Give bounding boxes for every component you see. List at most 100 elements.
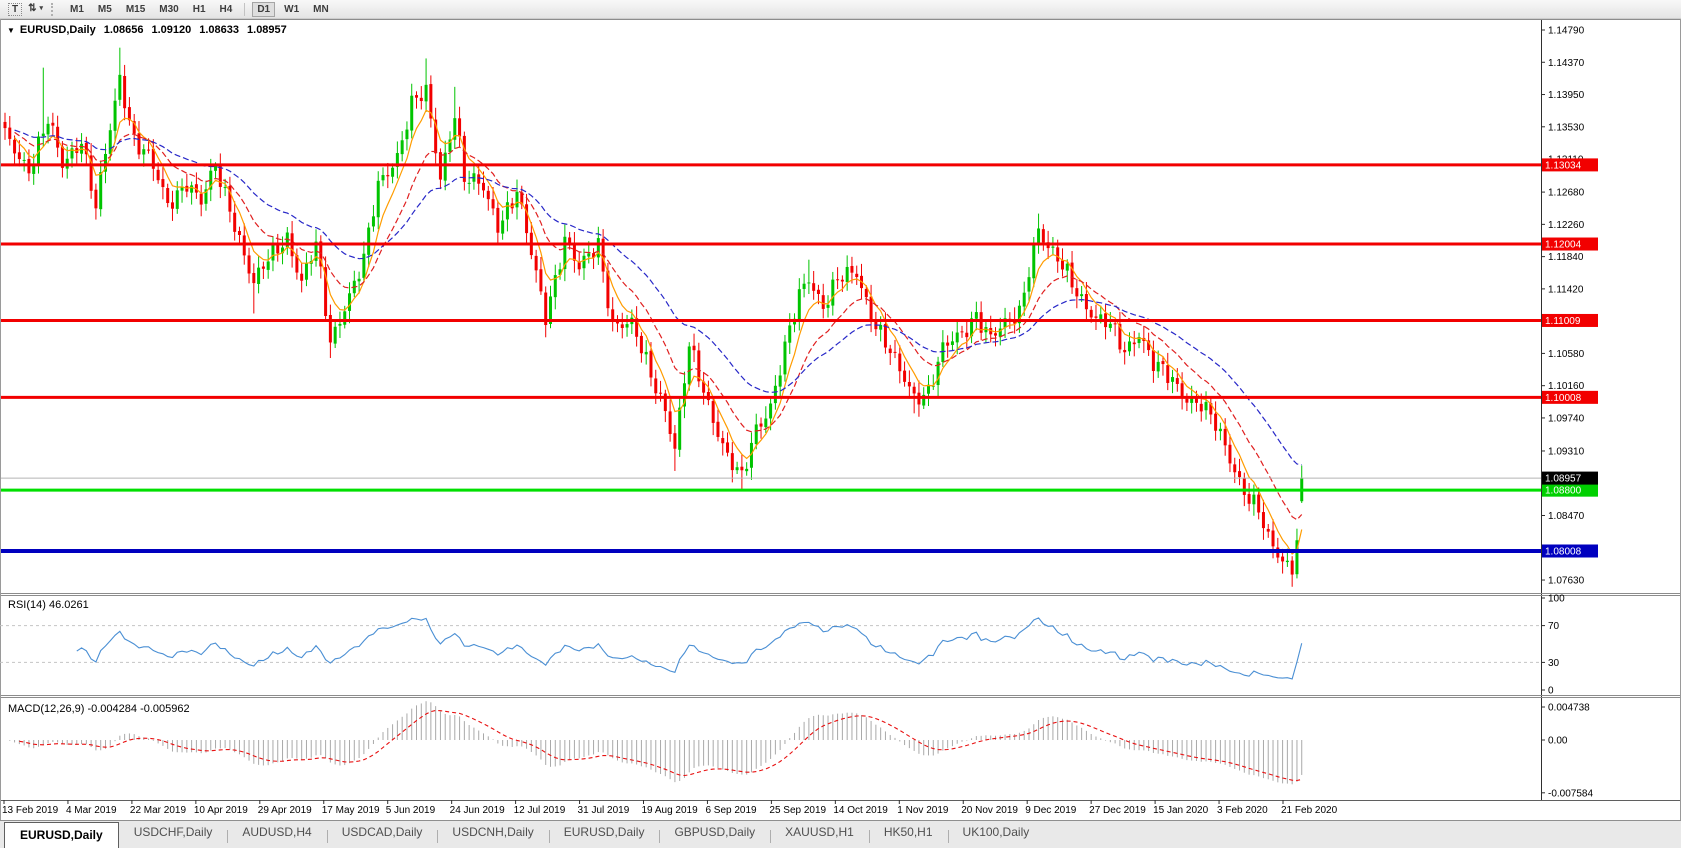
timeframe-button-mn[interactable]: MN bbox=[308, 2, 334, 17]
svg-text:1.10008: 1.10008 bbox=[1545, 393, 1582, 404]
date-tick-label: 25 Sep 2019 bbox=[769, 805, 826, 816]
rsi-axis-label: 0 bbox=[1548, 686, 1554, 697]
text-tool-icon: T bbox=[8, 2, 23, 16]
price-tick-label: 1.13530 bbox=[1548, 122, 1585, 133]
price-tick-label: 1.07630 bbox=[1548, 576, 1585, 587]
date-tick-label: 12 Jul 2019 bbox=[514, 805, 566, 816]
date-tick-label: 1 Nov 2019 bbox=[897, 805, 949, 816]
macd-histogram bbox=[9, 701, 1303, 785]
date-tick-label: 27 Dec 2019 bbox=[1089, 805, 1146, 816]
timeframe-button-h4[interactable]: H4 bbox=[215, 2, 238, 17]
rsi-axis-label: 70 bbox=[1548, 621, 1560, 632]
chart-title: ▼ EURUSD,Daily 1.08656 1.09120 1.08633 1… bbox=[7, 24, 295, 36]
dropdown-caret-icon: ▾ bbox=[39, 5, 44, 12]
timeframe-button-m5[interactable]: M5 bbox=[93, 2, 117, 17]
date-tick-label: 9 Dec 2019 bbox=[1025, 805, 1077, 816]
chart-tab-6-gbpusd-daily[interactable]: GBPUSD,Daily bbox=[659, 825, 770, 848]
price-tick-label: 1.11840 bbox=[1548, 252, 1584, 263]
ohlc-low: 1.08633 bbox=[199, 24, 240, 36]
chart-tab-bar: EURUSD,Daily USDCHF,Daily AUDUSD,H4 USDCAD,… bbox=[0, 820, 1681, 848]
timeframe-button-w1[interactable]: W1 bbox=[279, 2, 304, 17]
level-price-label: 1.11009 bbox=[1542, 313, 1598, 327]
rsi-line bbox=[76, 617, 1303, 680]
toolbar-divider bbox=[244, 2, 246, 16]
timeframe-button-h1[interactable]: H1 bbox=[188, 2, 211, 17]
chart-tab-0-eurusd-daily[interactable]: EURUSD,Daily bbox=[4, 822, 119, 848]
chart-tab-1-usdchf-daily[interactable]: USDCHF,Daily bbox=[119, 825, 228, 848]
date-tick-label: 21 Feb 2020 bbox=[1281, 805, 1338, 816]
rsi-indicator-label: RSI(14) 46.0261 bbox=[8, 599, 89, 611]
level-price-label: 1.12004 bbox=[1542, 237, 1598, 251]
price-tick-label: 1.14790 bbox=[1548, 26, 1585, 37]
svg-text:1.08008: 1.08008 bbox=[1545, 546, 1582, 557]
date-tick-label: 15 Jan 2020 bbox=[1153, 805, 1208, 816]
chart-tab-4-usdcnh-daily[interactable]: USDCNH,Daily bbox=[437, 825, 548, 848]
horizontal-levels bbox=[0, 163, 1541, 553]
date-tick-label: 24 Jun 2019 bbox=[450, 805, 505, 816]
price-tick-label: 1.12260 bbox=[1548, 220, 1585, 231]
price-tick-label: 1.09740 bbox=[1548, 413, 1585, 424]
arrows-icon: ⇅ bbox=[28, 3, 37, 14]
price-axis: 1.147901.143701.139501.135301.131101.126… bbox=[1541, 19, 1598, 800]
level-price-label: 1.10008 bbox=[1542, 390, 1598, 404]
svg-text:1.08957: 1.08957 bbox=[1545, 474, 1582, 485]
svg-text:1.12004: 1.12004 bbox=[1545, 240, 1582, 251]
price-chart[interactable]: 1.147901.143701.139501.135301.131101.126… bbox=[0, 0, 1681, 848]
price-tick-label: 1.10580 bbox=[1548, 349, 1585, 360]
timeframe-button-m30[interactable]: M30 bbox=[154, 2, 183, 17]
timeframe-button-m15[interactable]: M15 bbox=[121, 2, 150, 17]
macd-pane: 0.004738 0.00 -0.007584 bbox=[9, 701, 1593, 799]
chart-tab-8-hk50-h1[interactable]: HK50,H1 bbox=[868, 825, 948, 848]
date-tick-label: 13 Feb 2019 bbox=[2, 805, 59, 816]
date-tick-label: 14 Oct 2019 bbox=[833, 805, 888, 816]
macd-axis-label: 0.00 bbox=[1548, 736, 1568, 747]
macd-indicator-label: MACD(12,26,9) -0.004284 -0.005962 bbox=[8, 703, 190, 715]
chart-tab-3-usdcad-daily[interactable]: USDCAD,Daily bbox=[326, 825, 438, 848]
chart-tab-9-uk100-daily[interactable]: UK100,Daily bbox=[947, 825, 1045, 848]
date-tick-label: 10 Apr 2019 bbox=[194, 805, 248, 816]
toolbar: T ⇅ ▾ M1 M5 M15 M30 H1 H4 D1 W1 MN bbox=[0, 0, 1681, 19]
toolbar-grip bbox=[51, 2, 56, 16]
date-tick-label: 22 Mar 2019 bbox=[130, 805, 187, 816]
date-tick-label: 29 Apr 2019 bbox=[258, 805, 312, 816]
date-tick-label: 3 Feb 2020 bbox=[1217, 805, 1268, 816]
level-price-label: 1.13034 bbox=[1542, 158, 1598, 172]
date-tick-label: 19 Aug 2019 bbox=[642, 805, 699, 816]
price-tick-label: 1.11420 bbox=[1548, 284, 1584, 295]
date-tick-label: 6 Sep 2019 bbox=[705, 805, 757, 816]
timeframe-button-m1[interactable]: M1 bbox=[65, 2, 89, 17]
chart-menu-triangle-icon[interactable]: ▼ bbox=[7, 26, 15, 35]
chart-tab-5-eurusd-daily[interactable]: EURUSD,Daily bbox=[548, 825, 660, 848]
svg-text:1.08800: 1.08800 bbox=[1545, 486, 1582, 497]
arrows-tool-button[interactable]: ⇅ ▾ bbox=[25, 1, 46, 17]
ma-fast-line bbox=[14, 109, 1303, 555]
ma-slow-line bbox=[14, 129, 1302, 466]
macd-axis-label: 0.004738 bbox=[1548, 703, 1590, 714]
svg-text:1.11009: 1.11009 bbox=[1545, 316, 1581, 327]
date-tick-label: 20 Nov 2019 bbox=[961, 805, 1018, 816]
ohlc-close: 1.08957 bbox=[247, 24, 287, 36]
date-axis: 13 Feb 2019 4 Mar 2019 22 Mar 2019 10 Apr 2… bbox=[2, 800, 1338, 816]
price-tick-label: 1.12680 bbox=[1548, 188, 1585, 199]
svg-text:1.13034: 1.13034 bbox=[1545, 160, 1582, 171]
date-tick-label: 5 Jun 2019 bbox=[386, 805, 436, 816]
rsi-axis-label: 30 bbox=[1548, 658, 1560, 669]
date-tick-label: 31 Jul 2019 bbox=[578, 805, 630, 816]
level-price-label: 1.08800 bbox=[1542, 483, 1598, 497]
ohlc-open: 1.08656 bbox=[103, 24, 144, 36]
price-tick-label: 1.13950 bbox=[1548, 90, 1585, 101]
current-price-label: 1.08957 bbox=[1542, 471, 1598, 485]
level-price-label: 1.08008 bbox=[1542, 544, 1598, 558]
date-tick-label: 4 Mar 2019 bbox=[66, 805, 117, 816]
price-tick-label: 1.10160 bbox=[1548, 381, 1585, 392]
text-tool-button[interactable]: T bbox=[5, 1, 25, 17]
ohlc-high: 1.09120 bbox=[151, 24, 192, 36]
chart-tab-2-audusd-h4[interactable]: AUDUSD,H4 bbox=[227, 825, 326, 848]
timeframe-button-d1[interactable]: D1 bbox=[252, 1, 276, 17]
date-tick-label: 17 May 2019 bbox=[322, 805, 380, 816]
chart-tab-7-xauusd-h1[interactable]: XAUUSD,H1 bbox=[770, 825, 869, 848]
rsi-axis-label: 100 bbox=[1548, 594, 1565, 605]
price-tick-label: 1.08470 bbox=[1548, 511, 1585, 522]
price-tick-label: 1.09310 bbox=[1548, 446, 1585, 457]
rsi-pane: 100 70 30 0 bbox=[0, 594, 1565, 697]
